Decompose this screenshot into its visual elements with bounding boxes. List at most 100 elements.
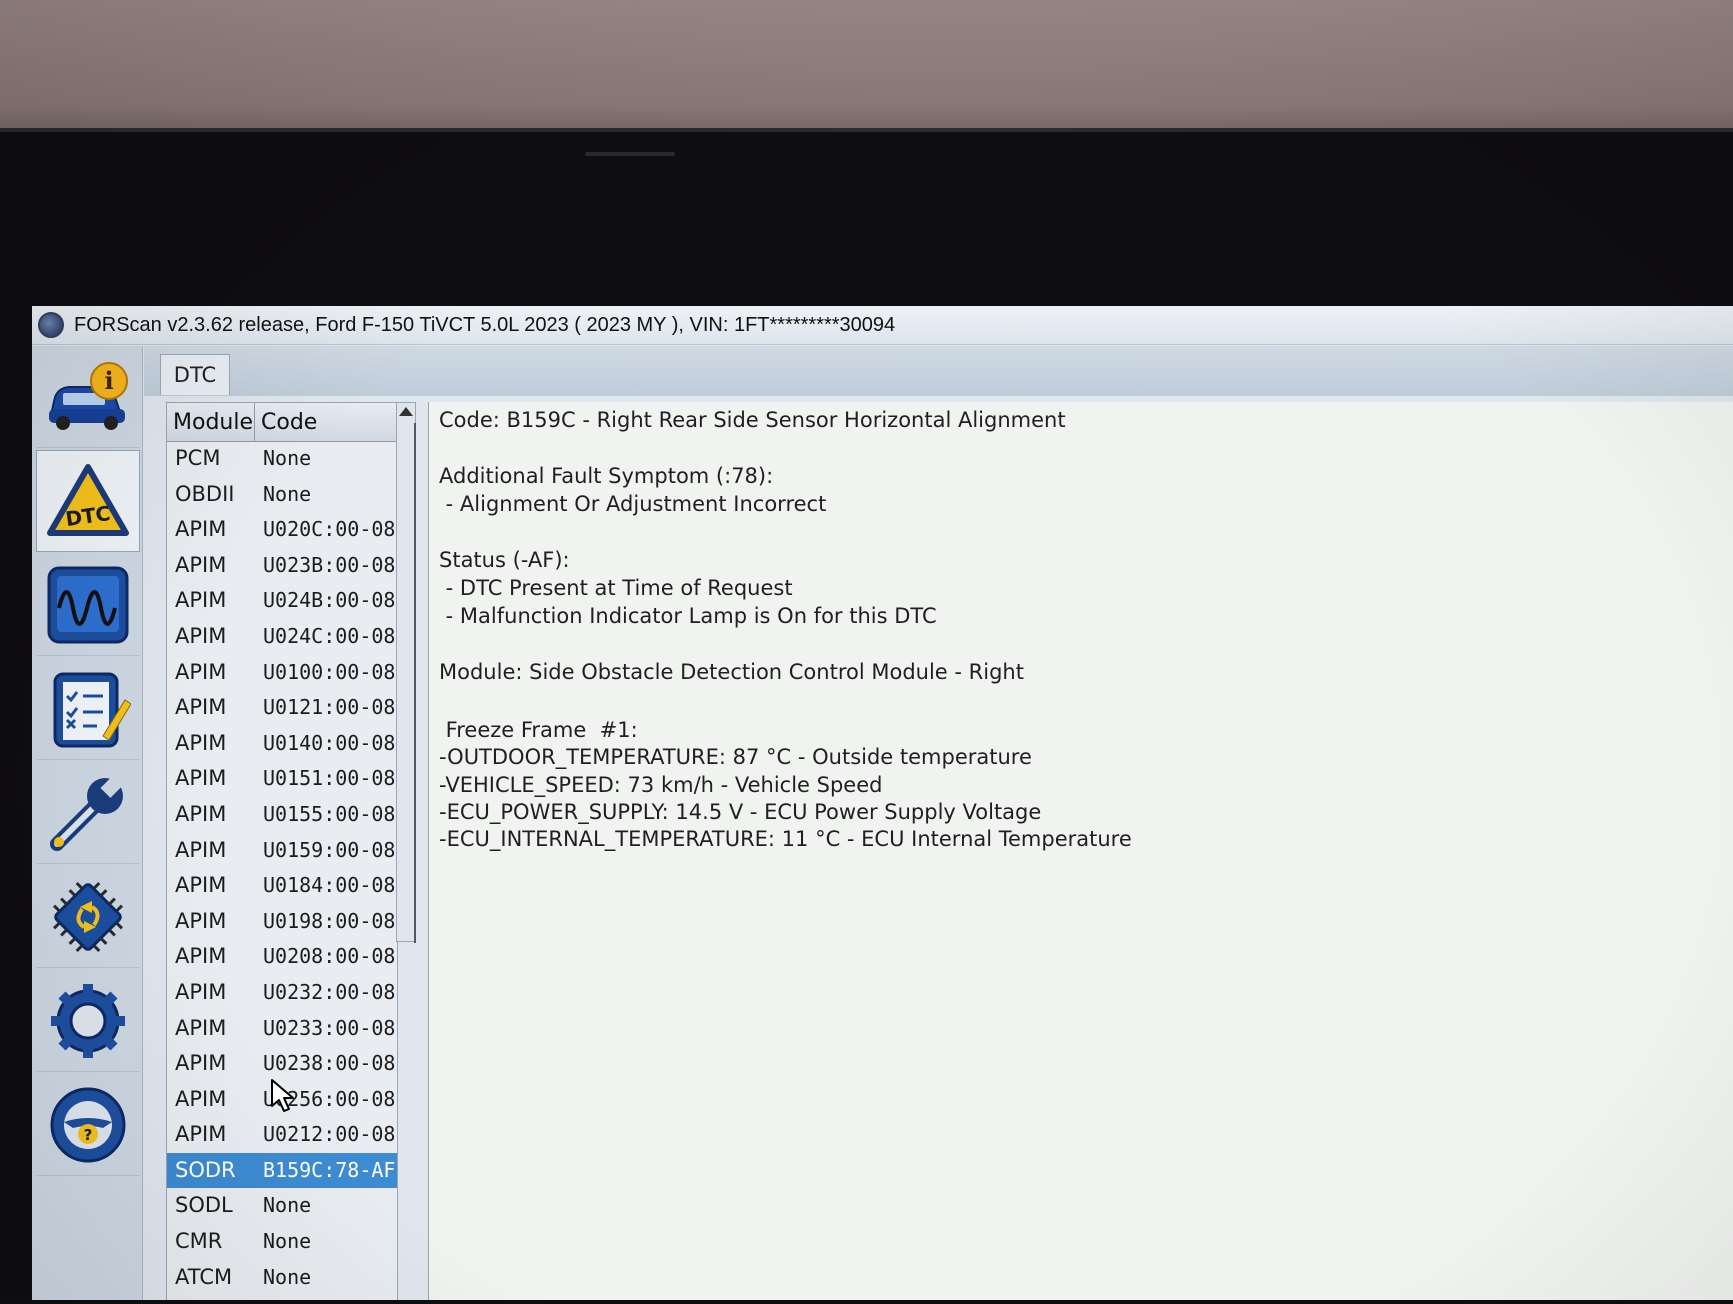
module-cell: APIM (175, 837, 227, 862)
gear-icon (51, 983, 125, 1058)
code-cell: U0212:00-08 (263, 1122, 396, 1147)
table-row[interactable]: APIM U0155:00-08 (167, 797, 397, 833)
detail-freeze-frame-item: -OUTDOOR_TEMPERATURE: 87 °C - Outside te… (439, 745, 1032, 769)
svg-text:?: ? (84, 1126, 93, 1144)
table-row[interactable]: APIM U0184:00-08 (167, 868, 397, 904)
tab-strip: DTC (144, 346, 1733, 396)
mouse-cursor-icon (271, 1079, 294, 1112)
code-cell: U020C:00-08 (263, 517, 396, 542)
sidebar-item-checklist[interactable] (36, 658, 140, 760)
code-cell: U0159:00-08 (263, 837, 396, 862)
sidebar-item-configuration[interactable] (36, 866, 140, 968)
table-row[interactable]: APIM U023B:00-08 (167, 548, 397, 584)
tab-dtc[interactable]: DTC (160, 354, 230, 395)
dtc-detail-panel: Code: B159C - Right Rear Side Sensor Hor… (428, 402, 1733, 1300)
module-cell: APIM (175, 552, 227, 577)
code-cell: U023B:00-08 (263, 552, 396, 577)
table-row[interactable]: APIM U0151:00-08 (167, 761, 397, 797)
wrench-icon (50, 774, 124, 851)
module-cell: APIM (175, 979, 227, 1004)
code-cell: None (263, 1193, 312, 1218)
code-cell: U0238:00-08 (263, 1051, 396, 1076)
table-row[interactable]: APIM U024B:00-08 (167, 583, 397, 619)
dtc-list-header: Module Code (167, 403, 397, 442)
module-cell: APIM (175, 623, 227, 648)
scroll-thumb[interactable] (414, 423, 416, 943)
scroll-up-arrow-icon[interactable] (399, 407, 413, 416)
dtc-icon: DTC (47, 464, 129, 536)
sidebar-item-oscilloscope[interactable] (36, 554, 140, 656)
code-cell: B159C:78-AF (263, 1157, 396, 1182)
oscilloscope-icon (47, 566, 129, 643)
svg-text:i: i (104, 366, 113, 395)
sidebar-item-vehicle-info[interactable]: i (36, 346, 140, 448)
checklist-icon (53, 672, 131, 747)
module-cell: APIM (175, 873, 227, 898)
table-row[interactable]: APIM U0208:00-08 (167, 939, 397, 975)
code-cell: None (263, 1264, 312, 1289)
title-bar: FORScan v2.3.62 release, Ford F-150 TiVC… (32, 306, 1733, 345)
code-cell: U0151:00-08 (263, 766, 396, 791)
code-cell: U024B:00-08 (263, 588, 396, 613)
forscan-app-icon (38, 312, 64, 338)
detail-status-item: - Malfunction Indicator Lamp is On for t… (439, 604, 937, 628)
table-row[interactable]: ATCM None (167, 1260, 397, 1296)
detail-freeze-frame-item: -ECU_POWER_SUPPLY: 14.5 V - ECU Power Su… (439, 800, 1042, 824)
sidebar: i DTC ? (32, 346, 143, 1300)
module-cell: PCM (175, 446, 221, 470)
code-cell: None (263, 446, 312, 470)
module-cell: APIM (175, 1122, 227, 1147)
code-cell: U0100:00-08 (263, 659, 396, 684)
module-cell: APIM (175, 1051, 227, 1076)
code-cell: U024C:00-08 (263, 623, 396, 648)
bezel-notch (585, 152, 675, 156)
table-row[interactable]: APIM U0238:00-08 (167, 1046, 397, 1082)
table-row[interactable]: APIM U0159:00-08 (167, 833, 397, 869)
table-row[interactable]: APIM U0233:00-08 (167, 1011, 397, 1047)
sidebar-item-dtc[interactable]: DTC (36, 450, 140, 552)
detail-freeze-frame-item: -VEHICLE_SPEED: 73 km/h - Vehicle Speed (439, 773, 883, 797)
module-cell: APIM (175, 944, 227, 969)
sidebar-item-help[interactable]: ? (36, 1074, 140, 1176)
table-row[interactable]: APIM U0232:00-08 (167, 975, 397, 1011)
module-cell: APIM (175, 730, 227, 755)
table-row[interactable]: APIM U0100:00-08 (167, 655, 397, 691)
table-row[interactable]: APIM U0212:00-08 (167, 1117, 397, 1153)
sidebar-item-settings[interactable] (36, 970, 140, 1072)
detail-module-line: Module: Side Obstacle Detection Control … (439, 660, 1024, 684)
code-cell: U0140:00-08 (263, 730, 396, 755)
table-row[interactable]: APIM U024C:00-08 (167, 619, 397, 655)
table-row[interactable]: APIM U0140:00-08 (167, 726, 397, 762)
code-cell: U0198:00-08 (263, 908, 396, 933)
module-cell: APIM (175, 1086, 227, 1111)
table-row[interactable]: APIM U0198:00-08 (167, 904, 397, 940)
module-cell: APIM (175, 908, 227, 933)
dtc-list-scrollbar[interactable] (396, 402, 416, 943)
vehicle-info-icon: i (49, 361, 128, 430)
table-row[interactable]: CMR None (167, 1224, 397, 1260)
table-row-selected[interactable]: SODR B159C:78-AF (167, 1152, 397, 1189)
sidebar-item-service[interactable] (36, 762, 140, 864)
help-icon: ? (50, 1087, 126, 1162)
detail-symptom-item: - Alignment Or Adjustment Incorrect (439, 492, 827, 516)
window-title: FORScan v2.3.62 release, Ford F-150 TiVC… (74, 313, 896, 336)
code-cell: U0232:00-08 (263, 979, 396, 1004)
column-header-code[interactable]: Code (255, 403, 397, 441)
forscan-window: FORScan v2.3.62 release, Ford F-150 TiVC… (32, 306, 1733, 1300)
table-row[interactable]: OBDII None (167, 477, 397, 513)
table-row[interactable]: PCM None (167, 441, 397, 477)
table-row[interactable]: APIM U020C:00-08 (167, 512, 397, 548)
table-row[interactable]: SODL None (167, 1188, 397, 1224)
table-row[interactable]: APIM U0121:00-08 (167, 690, 397, 726)
module-cell: APIM (175, 801, 227, 826)
detail-freeze-frame-heading: Freeze Frame #1: (439, 718, 638, 742)
module-cell: APIM (175, 659, 227, 684)
module-cell: OBDII (175, 481, 235, 506)
dtc-rows: PCM None OBDII None APIM U020C:00-08 APIM U023B… (167, 441, 397, 1295)
code-cell: U0233:00-08 (263, 1015, 396, 1040)
detail-freeze-frame-item: -ECU_INTERNAL_TEMPERATURE: 11 °C - ECU I… (439, 827, 1132, 851)
code-cell: None (263, 1229, 312, 1254)
module-cell: APIM (175, 1015, 227, 1040)
column-header-module[interactable]: Module (167, 403, 255, 441)
code-cell: U0155:00-08 (263, 801, 396, 826)
